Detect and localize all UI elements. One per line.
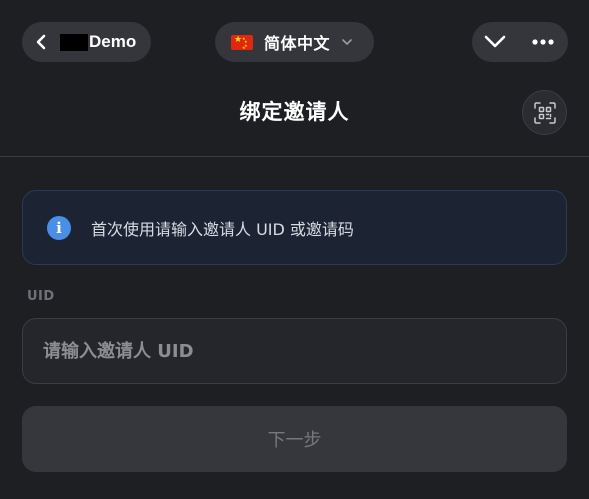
chevron-down-icon	[342, 38, 352, 46]
window-controls	[472, 22, 568, 62]
back-button[interactable]: Demo	[22, 22, 151, 62]
info-banner: i 首次使用请输入邀请人 UID 或邀请码	[22, 190, 567, 265]
chevron-left-icon	[34, 34, 48, 50]
header-divider	[0, 156, 589, 157]
top-bar: Demo ★ ★ ★ ★ ★ 简体中文	[0, 0, 589, 84]
cn-flag-icon: ★ ★ ★ ★ ★	[231, 34, 253, 50]
language-label: 简体中文	[264, 34, 331, 53]
language-selector[interactable]: ★ ★ ★ ★ ★ 简体中文	[215, 22, 374, 62]
collapse-chevron-icon[interactable]	[484, 35, 506, 49]
next-button[interactable]: 下一步	[22, 406, 567, 472]
qr-scan-icon	[533, 101, 556, 124]
page-title: 绑定邀请人	[239, 100, 350, 124]
redacted-block	[60, 33, 88, 51]
info-banner-text: 首次使用请输入邀请人 UID 或邀请码	[91, 219, 354, 239]
info-icon: i	[47, 215, 71, 240]
back-label: Demo	[89, 32, 137, 51]
more-dots-icon[interactable]	[532, 39, 554, 45]
bind-inviter-page: Demo ★ ★ ★ ★ ★ 简体中文 绑定邀请人 i 首次使用请输入邀请人 U…	[0, 0, 589, 499]
uid-field-label: UID	[27, 289, 55, 304]
uid-input[interactable]	[22, 318, 567, 384]
scan-button[interactable]	[522, 90, 567, 135]
